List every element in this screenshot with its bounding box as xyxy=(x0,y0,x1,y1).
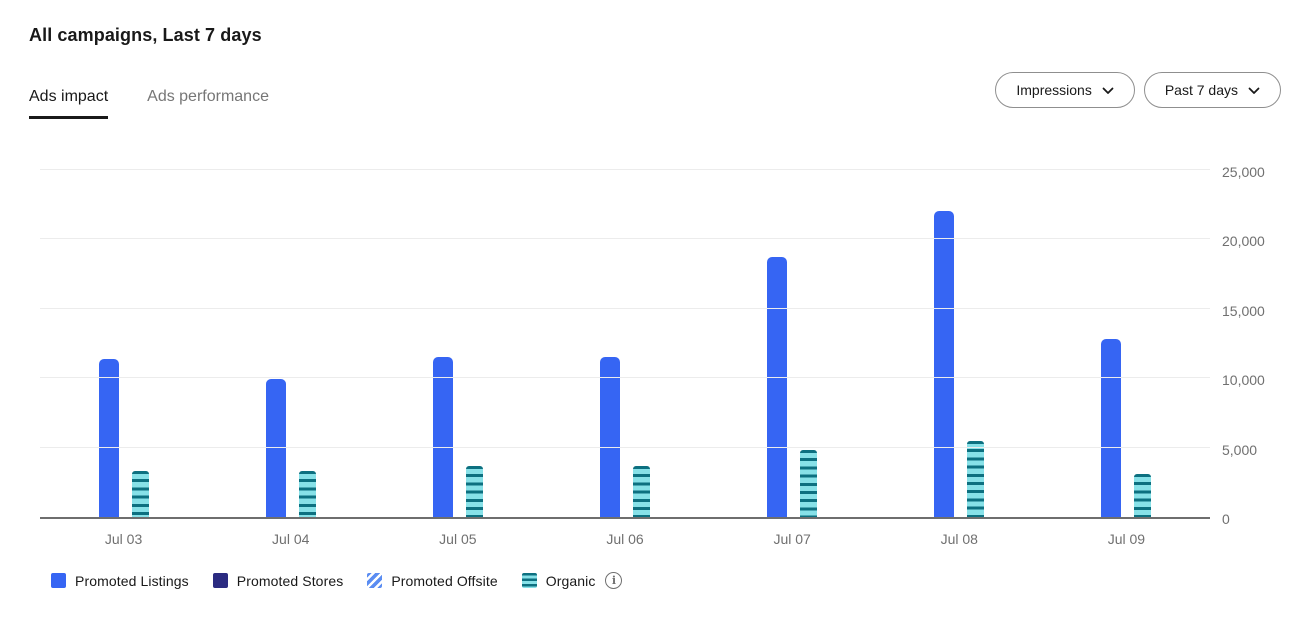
organic-swatch-icon xyxy=(521,573,537,588)
tabs-row: Ads impact Ads performance xyxy=(29,88,269,119)
promoted-listings-bar[interactable] xyxy=(1101,339,1122,517)
promoted-offsite-swatch-icon xyxy=(367,573,383,588)
gridline xyxy=(40,307,1210,309)
promoted-listings-bar[interactable] xyxy=(767,257,788,517)
x-tick-label: Jul 05 xyxy=(439,531,477,547)
promoted-listings-swatch-icon xyxy=(51,573,66,588)
organic-bar[interactable] xyxy=(298,471,316,517)
legend-label: Promoted Offsite xyxy=(391,572,498,589)
tab-ads-performance[interactable]: Ads performance xyxy=(147,88,269,116)
bar-group-jul-03 xyxy=(40,150,207,517)
legend-item-promoted-listings[interactable]: Promoted Listings xyxy=(51,573,189,589)
promoted-listings-bar[interactable] xyxy=(934,211,955,517)
bars-row xyxy=(40,150,1210,517)
y-axis: 25,000 20,000 15,000 10,000 5,000 0 xyxy=(1222,150,1292,528)
legend-item-organic[interactable]: Organic i xyxy=(521,572,623,589)
chevron-down-icon xyxy=(1102,87,1114,95)
organic-bar[interactable] xyxy=(632,466,650,517)
x-tick-label: Jul 07 xyxy=(773,531,811,547)
promoted-listings-bar[interactable] xyxy=(432,357,453,517)
bar-group-jul-04 xyxy=(207,150,374,517)
x-tick-label: Jul 09 xyxy=(1107,531,1146,547)
legend-label: Promoted Stores xyxy=(236,572,344,589)
bar-group-jul-05 xyxy=(374,150,541,517)
organic-bar[interactable] xyxy=(131,471,149,517)
x-tick-label: Jul 03 xyxy=(104,531,143,547)
legend-label: Promoted Listings xyxy=(75,572,189,589)
gridline xyxy=(40,238,1210,239)
date-range-dropdown[interactable]: Past 7 days xyxy=(1143,72,1281,108)
chevron-down-icon xyxy=(1248,87,1260,95)
metric-dropdown[interactable]: Impressions xyxy=(995,72,1135,108)
y-tick-label: 5,000 xyxy=(1222,441,1258,458)
promoted-listings-bar[interactable] xyxy=(98,358,119,517)
organic-bar[interactable] xyxy=(465,466,483,517)
y-tick-label: 25,000 xyxy=(1222,163,1265,180)
bar-group-jul-07 xyxy=(709,150,876,517)
impressions-bar-chart: 25,000 20,000 15,000 10,000 5,000 0 xyxy=(0,150,1300,528)
info-icon[interactable]: i xyxy=(605,572,623,589)
y-tick-label: 20,000 xyxy=(1222,233,1265,249)
bar-group-jul-09 xyxy=(1043,150,1210,517)
ads-dashboard: All campaigns, Last 7 days Ads impact Ad… xyxy=(0,0,1300,629)
chart-legend: Promoted Listings Promoted Stores Promoted… xyxy=(51,572,623,589)
y-tick-label: 10,000 xyxy=(1222,372,1265,388)
metric-dropdown-label: Impressions xyxy=(1016,82,1092,98)
legend-item-promoted-offsite[interactable]: Promoted Offsite xyxy=(367,572,498,589)
x-tick-label: Jul 06 xyxy=(606,531,644,547)
organic-bar[interactable] xyxy=(1134,473,1152,517)
bar-group-jul-06 xyxy=(541,150,708,517)
page-title: All campaigns, Last 7 days xyxy=(29,25,262,45)
promoted-stores-swatch-icon xyxy=(212,573,228,588)
legend-item-promoted-stores[interactable]: Promoted Stores xyxy=(212,572,344,589)
gridline xyxy=(40,446,1210,448)
x-axis: Jul 03 Jul 04 Jul 05 Jul 06 Jul 07 Jul 08 Jul … xyxy=(40,531,1210,547)
y-tick-label: 0 xyxy=(1222,511,1230,527)
bar-group-jul-08 xyxy=(876,150,1043,517)
tab-ads-impact[interactable]: Ads impact xyxy=(29,88,109,119)
x-tick-label: Jul 04 xyxy=(272,531,310,547)
organic-bar[interactable] xyxy=(967,440,985,517)
legend-label: Organic xyxy=(545,572,596,589)
promoted-listings-bar[interactable] xyxy=(265,379,286,517)
promoted-listings-bar[interactable] xyxy=(599,357,620,517)
organic-bar[interactable] xyxy=(800,450,818,517)
gridline xyxy=(40,168,1210,170)
chart-plot-area xyxy=(40,150,1210,519)
date-range-dropdown-label: Past 7 days xyxy=(1164,82,1238,98)
chart-controls: Impressions Past 7 days xyxy=(995,72,1281,108)
x-tick-label: Jul 08 xyxy=(940,531,978,547)
gridline xyxy=(40,377,1210,378)
y-tick-label: 15,000 xyxy=(1222,302,1265,319)
